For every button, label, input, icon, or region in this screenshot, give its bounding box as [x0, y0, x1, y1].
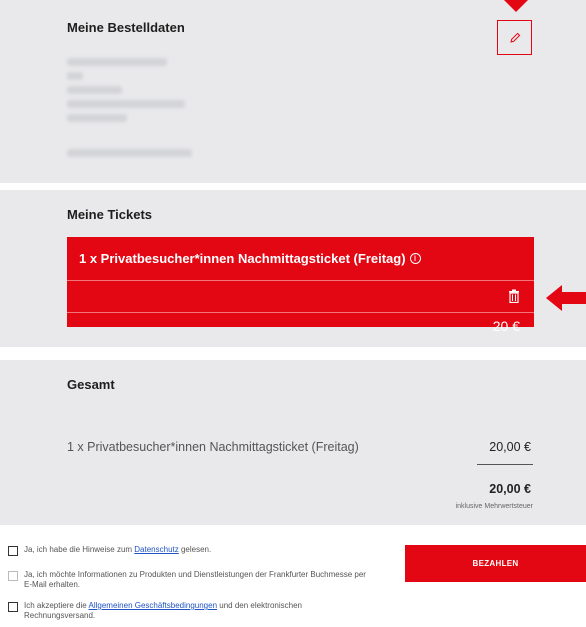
pencil-icon [509, 32, 520, 43]
checkout-page: Meine Bestelldaten Meine Tickets 1 x Pri… [0, 0, 586, 627]
newsletter-checkbox[interactable] [8, 571, 18, 581]
pay-button[interactable]: BEZAHLEN [405, 545, 586, 582]
privacy-text-pre: Ja, ich habe die Hinweise zum [24, 545, 135, 554]
blurred-name [67, 58, 167, 66]
arrow-left-icon [546, 285, 586, 311]
total-divider [477, 464, 533, 465]
terms-consent-text: Ich akzeptiere die Allgemeinen Geschäfts… [24, 601, 348, 621]
info-icon[interactable]: i [409, 253, 421, 264]
privacy-consent-row: Ja, ich habe die Hinweise zum Datenschut… [8, 545, 211, 556]
blurred-company [67, 72, 83, 80]
total-sum: 20,00 € [489, 482, 531, 496]
vat-note: inklusive Mehrwertsteuer [455, 503, 533, 510]
terms-link[interactable]: Allgemeinen Geschäftsbedingungen [88, 601, 217, 610]
terms-checkbox[interactable] [8, 602, 18, 612]
trash-icon[interactable] [508, 289, 520, 303]
newsletter-consent-text: Ja, ich möchte Informationen zu Produkte… [24, 570, 366, 589]
tickets-title: Meine Tickets [67, 207, 153, 222]
privacy-text-post: gelesen. [178, 545, 212, 554]
newsletter-consent-row: Ja, ich möchte Informationen zu Produkte… [8, 570, 368, 590]
blurred-city [67, 100, 185, 108]
ticket-card: 1 x Privatbesucher*innen Nachmittagstick… [67, 237, 534, 334]
total-title: Gesamt [67, 377, 115, 392]
privacy-link[interactable]: Datenschutz [134, 545, 178, 554]
blurred-country [67, 114, 127, 122]
ticket-actions-row [67, 281, 534, 313]
order-data-title: Meine Bestelldaten [67, 20, 185, 35]
privacy-checkbox[interactable] [8, 546, 18, 556]
terms-consent-row: Ich akzeptiere die Allgemeinen Geschäfts… [8, 601, 348, 621]
blurred-email [67, 149, 192, 157]
ticket-price: 20 € [492, 318, 520, 334]
ticket-label: 1 x Privatbesucher*innen Nachmittagstick… [79, 251, 406, 266]
order-data-panel: Meine Bestelldaten [0, 0, 586, 183]
blurred-street [67, 86, 122, 94]
ticket-header: 1 x Privatbesucher*innen Nachmittagstick… [67, 237, 534, 281]
total-panel: Gesamt 1 x Privatbesucher*innen Nachmitt… [0, 360, 586, 525]
privacy-consent-text: Ja, ich habe die Hinweise zum Datenschut… [24, 545, 211, 555]
total-item-label: 1 x Privatbesucher*innen Nachmittagstick… [67, 440, 359, 454]
edit-order-button[interactable] [497, 20, 532, 55]
total-item-price: 20,00 € [489, 440, 531, 454]
arrow-down-icon [498, 0, 534, 12]
terms-text-pre: Ich akzeptiere die [24, 601, 89, 610]
tickets-panel: Meine Tickets 1 x Privatbesucher*innen N… [0, 190, 586, 347]
